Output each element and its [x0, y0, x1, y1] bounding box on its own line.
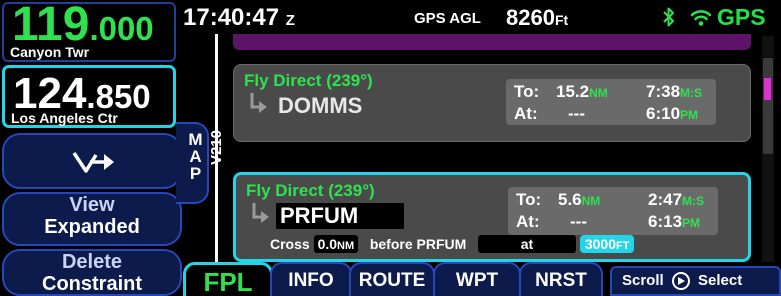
view-expanded-button[interactable]: View Expanded	[2, 192, 182, 246]
leg-waypoint: DOMMS	[246, 91, 494, 119]
clock-zone: Z	[285, 12, 295, 29]
to-time: 2:47M:S	[648, 190, 705, 209]
at-time: 6:10PM	[646, 104, 699, 123]
waypoint-name: PRFUM	[276, 203, 404, 229]
tab-fpl[interactable]: FPL	[183, 262, 273, 296]
bluetooth-icon	[663, 7, 674, 27]
active-frequency-value: 119.000	[12, 0, 154, 51]
tab-nrst[interactable]: NRST	[519, 262, 603, 296]
wifi-icon	[690, 10, 712, 26]
scrollbar-thumb[interactable]	[763, 58, 773, 154]
to-label: To:	[516, 190, 542, 209]
delete-constraint-line2: Constraint	[42, 273, 142, 295]
previous-leg-bar[interactable]	[233, 34, 751, 50]
scroll-label: Scroll	[622, 272, 664, 289]
at-label: At:	[516, 212, 540, 231]
agl-label: GPS AGL	[414, 10, 481, 27]
vector-to-icon	[72, 152, 114, 173]
agl-value: 8260	[506, 5, 555, 30]
cross-at: at	[477, 235, 576, 253]
gps-status: GPS	[717, 4, 766, 30]
standby-frequency[interactable]: 124.850 Los Angeles Ctr	[2, 65, 176, 128]
at-time: 6:13PM	[648, 212, 701, 231]
flight-plan-leg[interactable]: Fly Direct (239°) DOMMS To: 15.2NM 7:38M…	[233, 64, 751, 142]
clock-time: 17:40:47	[183, 4, 280, 31]
active-leg-marker	[764, 78, 771, 100]
at-value: ---	[568, 104, 585, 123]
standby-frequency-name: Los Angeles Ctr	[11, 110, 118, 126]
knob-icon	[671, 272, 690, 291]
scroll-select-hint: Scroll Select	[610, 266, 781, 296]
leg-arrow-icon	[250, 93, 267, 113]
agl-readout: 8260Ft	[506, 5, 568, 31]
leg-title: Fly Direct (239°)	[244, 71, 373, 90]
leg-data: To: 5.6NM 2:47M:S At: --- 6:13PM	[508, 187, 718, 235]
cross-label: Cross	[270, 236, 310, 252]
waypoint-name: DOMMS	[278, 93, 363, 118]
active-frequency[interactable]: 119.000 Canyon Twr	[2, 0, 176, 62]
leg-waypoint: PRFUM	[248, 201, 496, 229]
map-tab-label: MAP	[186, 130, 205, 181]
view-expanded-line1: View	[69, 194, 115, 216]
tab-route[interactable]: ROUTE	[349, 262, 435, 296]
airway-label: V210	[208, 130, 225, 166]
cross-before: before PRFUM	[369, 236, 467, 252]
agl-unit: Ft	[554, 12, 569, 28]
to-distance: 5.6NM	[558, 190, 601, 209]
to-label: To:	[514, 82, 540, 101]
active-frequency-name: Canyon Twr	[10, 44, 90, 60]
leg-title: Fly Direct (239°)	[246, 181, 375, 200]
cross-distance: 0.0NM	[313, 235, 359, 253]
to-distance: 15.2NM	[556, 82, 608, 101]
select-label: Select	[698, 272, 743, 289]
leg-data: To: 15.2NM 7:38M:S At: --- 6:10PM	[506, 79, 716, 125]
view-expanded-line2: Expanded	[44, 216, 140, 238]
flight-plan-leg-selected[interactable]: Fly Direct (239°) PRFUM To: 5.6NM 2:47M:…	[233, 172, 751, 262]
tab-info[interactable]: INFO	[270, 262, 352, 296]
at-label: At:	[514, 104, 538, 123]
leg-arrow-icon	[252, 203, 269, 223]
altitude-constraint[interactable]: Cross 0.0NM before PRFUM at 3000FT	[270, 235, 635, 253]
tab-wpt[interactable]: WPT	[433, 262, 521, 296]
to-time: 7:38M:S	[646, 82, 703, 101]
at-value: ---	[570, 212, 587, 231]
vector-to-button[interactable]	[2, 133, 182, 189]
clock: 17:40:47 Z	[183, 4, 295, 32]
cross-altitude: 3000FT	[579, 235, 635, 253]
delete-constraint-button[interactable]: Delete Constraint	[2, 249, 182, 296]
delete-constraint-line1: Delete	[61, 251, 123, 273]
